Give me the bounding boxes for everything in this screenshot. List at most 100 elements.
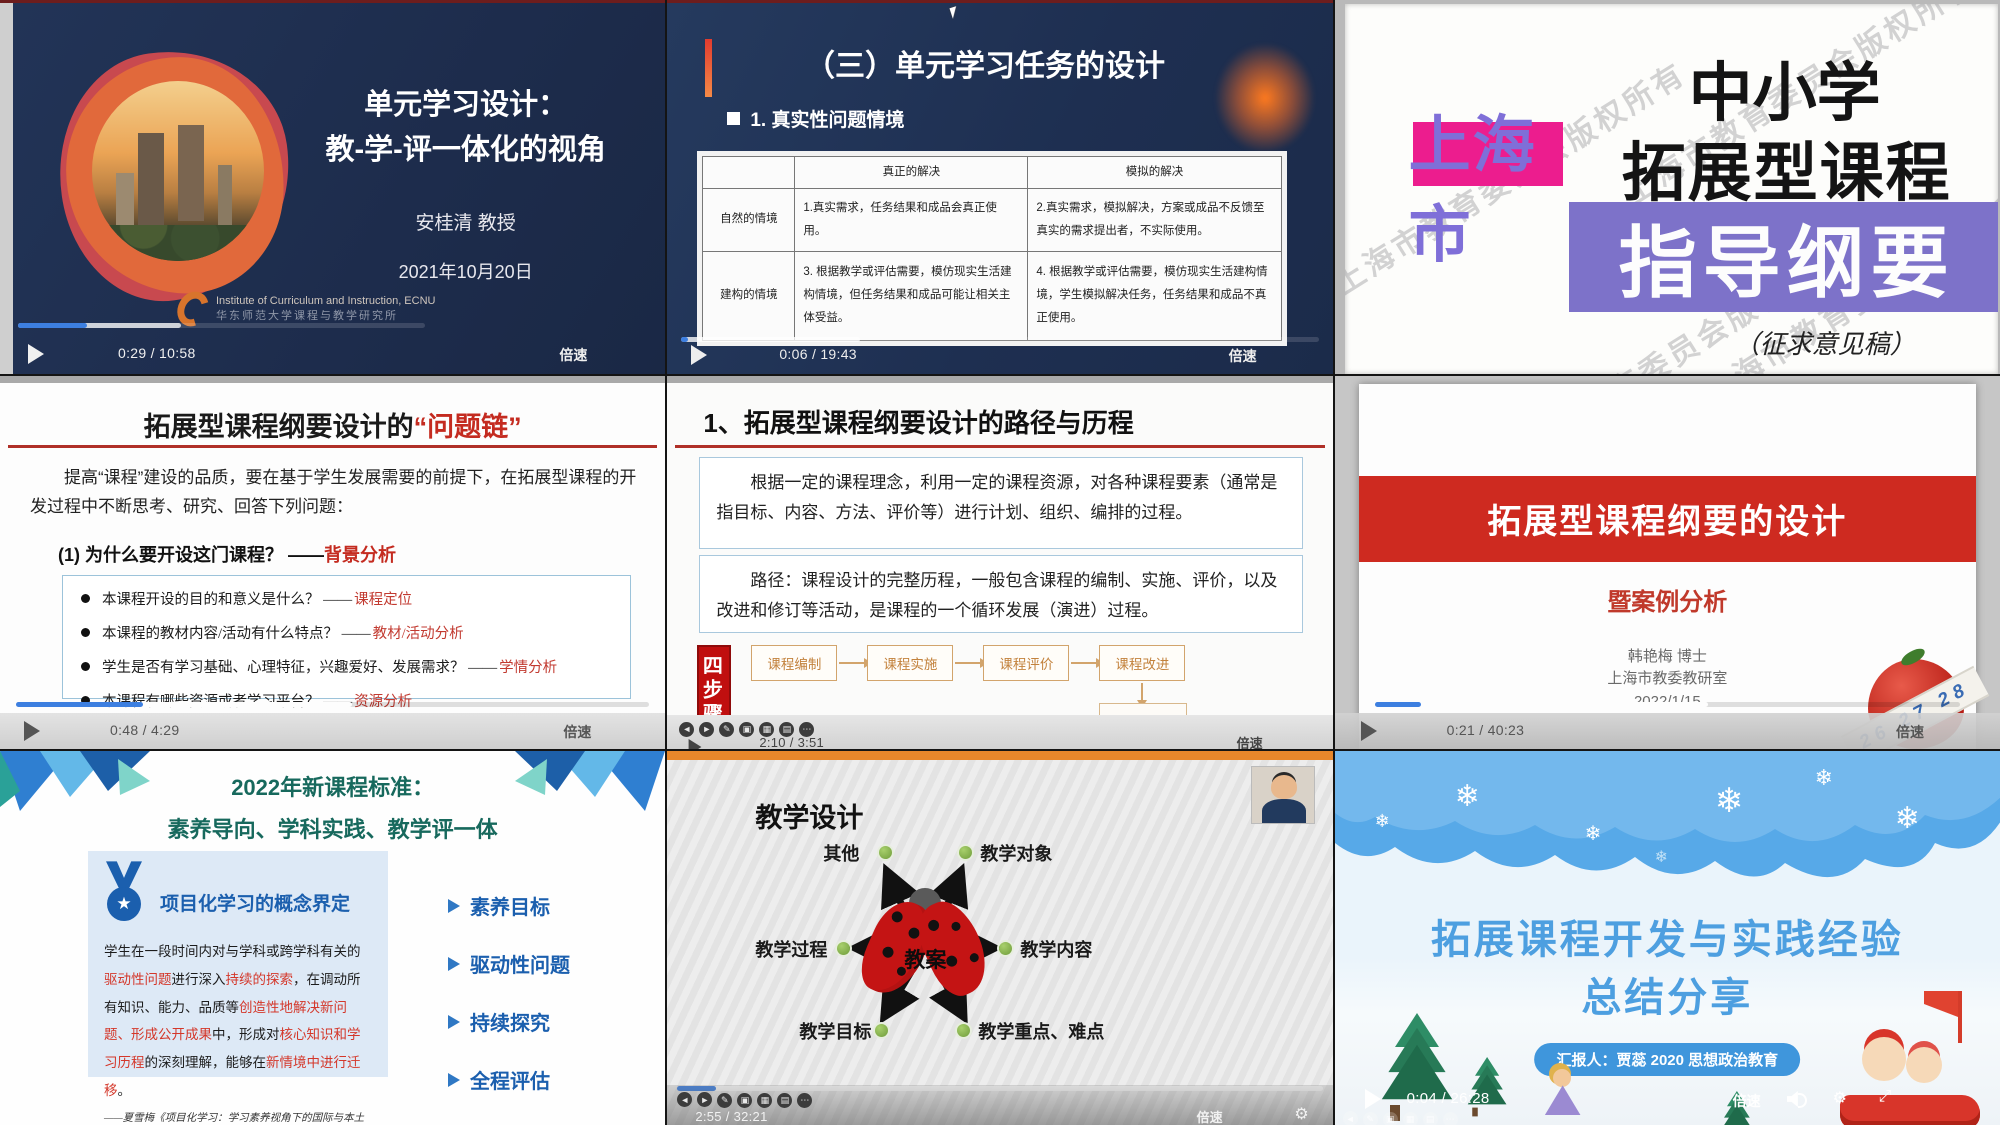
path-box: 路径：课程设计的完整历程，一般包含课程的编制、实施、评价，以及改进和修订等活动，… <box>699 555 1302 633</box>
volume-icon[interactable] <box>1787 1091 1809 1107</box>
table-header-real: 真正的解决 <box>795 157 1028 189</box>
note-icon[interactable]: ▤ <box>1423 1112 1438 1125</box>
video-grid: 单元学习设计： 教-学-评一体化的视角 安桂清 教授 2021年10月20日 I… <box>0 0 2000 1125</box>
flow-step-4: 课程改进 <box>1099 645 1185 681</box>
table-cell: 3. 根据教学或评估需要，模仿现实生活建构情境，但任务结果和成品可能让相关主体受… <box>795 251 1028 340</box>
player-controls: 0:29 / 10:58 倍速 <box>0 334 665 374</box>
flow-step-1: 课程编制 <box>751 645 837 681</box>
table-header-empty <box>703 157 795 189</box>
scan-icon[interactable]: ▣ <box>739 722 754 737</box>
flow-arrow <box>1071 662 1097 664</box>
flow-step-2: 课程实施 <box>867 645 953 681</box>
presentation-date: 2021年10月20日 <box>280 258 651 284</box>
question-answer: 背景分析 <box>324 545 396 565</box>
video-player-teaching-design[interactable]: 教学设计 教案 其他 教学对象 教学过程 教学内容 教学 <box>667 751 1332 1125</box>
question-list-box: 本课程开设的目的和意义是什么？ ——课程定位 本课程的教材内容/活动有什么特点？… <box>62 575 631 700</box>
play-button[interactable] <box>689 739 702 749</box>
play-icon[interactable]: ► <box>697 1092 712 1107</box>
definition-text: 学生在一段时间内对与学科或跨学科有关的驱动性问题进行深入持续的探索，在调动所有知… <box>104 938 372 1104</box>
center-label: 教案 <box>873 944 977 974</box>
scanned-page: 上海市教育委员会版权所有 上海市教育委员会版权所有 上海市教育委员会版权所有 上… <box>1345 4 1998 374</box>
medal-star: ★ <box>107 887 141 921</box>
cover-line1: 中小学 <box>1575 42 1995 134</box>
section-bullet: 1. 真实性问题情境 <box>727 105 904 132</box>
camera-icon[interactable]: ▦ <box>1403 1112 1418 1125</box>
video-player-unit-learning-design[interactable]: 单元学习设计： 教-学-评一体化的视角 安桂清 教授 2021年10月20日 I… <box>0 0 665 374</box>
progress-bar[interactable] <box>1375 702 1960 707</box>
scan-icon[interactable]: ▣ <box>737 1093 752 1108</box>
playback-speed-button[interactable]: 倍速 <box>1197 1107 1223 1125</box>
play-button[interactable] <box>1365 1089 1381 1109</box>
progress-played <box>16 702 143 707</box>
ladybug-illustration: 教案 <box>873 888 977 1008</box>
table-row: 自然的情境 1.真实需求，任务结果和成品会真正使用。 2.真实需求，模拟解决，方… <box>703 189 1281 252</box>
authenticity-table: 真正的解决 模拟的解决 自然的情境 1.真实需求，任务结果和成品会真正使用。 2… <box>697 151 1286 346</box>
progress-bar[interactable] <box>16 702 649 707</box>
more-icon[interactable]: ⋯ <box>1443 1112 1458 1125</box>
row-header: 建构的情境 <box>703 251 795 340</box>
time-display: 2:55 / 32:21 <box>695 1109 767 1124</box>
shanghai-label: 上海市 <box>1409 94 1563 274</box>
playback-speed-button[interactable]: 倍速 <box>1229 346 1257 366</box>
previous-icon[interactable]: ◄ <box>679 722 694 737</box>
playback-speed-button[interactable]: 倍速 <box>563 722 591 742</box>
video-player-experience-sharing[interactable]: ❄ ❄ ❄ ❄ ❄ ❄ ❄ 拓展课程开发与实践经验 总结分享 汇报人：贾蕊 20… <box>1335 751 2000 1125</box>
previous-icon[interactable]: ◄ <box>677 1092 692 1107</box>
snowflake-icon: ❄ <box>1585 821 1602 846</box>
mouse-cursor <box>950 6 960 19</box>
flow-arrow-down <box>1141 683 1143 701</box>
title-line1: 单元学习设计： <box>364 89 567 121</box>
player-controls: 0:04 / 26:28 ◄✎▣▦▤⋯ 倍速 ⚙ ⤢ <box>1335 1079 2000 1125</box>
more-icon[interactable]: ⋯ <box>797 1093 812 1108</box>
flow-arrow <box>955 662 981 664</box>
note-icon[interactable]: ▤ <box>777 1093 792 1108</box>
concept-panel: ★ 项目化学习的概念界定 学生在一段时间内对与学科或跨学科有关的驱动性问题进行深… <box>88 851 388 1077</box>
table-row: 建构的情境 3. 根据教学或评估需要，模仿现实生活建构情境，但任务结果和成品可能… <box>703 251 1281 340</box>
video-player-outline-design-case[interactable]: 拓展型课程纲要的设计 暨案例分析 韩艳梅 博士 上海市教委教研室 2022/1/… <box>1335 376 2000 750</box>
playback-speed-button[interactable]: 倍速 <box>1733 1091 1761 1111</box>
label-objectives: 教学目标 <box>799 1018 871 1044</box>
citation: ——夏雪梅《项目化学习：学习素养视角下的国际与本土实践》 <box>104 1110 372 1125</box>
play-button[interactable] <box>28 344 44 364</box>
list-item: 学生是否有学习基础、心理特征，兴趣爱好、发展需求？ ——学情分析 <box>81 656 612 677</box>
pencil-icon[interactable]: ✎ <box>719 722 734 737</box>
video-player-design-path[interactable]: 1、拓展型课程纲要设计的路径与历程 根据一定的课程理念，利用一定的课程资源，对各… <box>667 376 1332 750</box>
playback-speed-button[interactable]: 倍速 <box>559 345 587 365</box>
camera-icon[interactable]: ▦ <box>757 1093 772 1108</box>
tool-icon-row: ◄ ✎ ▣ ▦ ▤ ⋯ <box>1343 1109 1463 1125</box>
slide-title: 单元学习设计： 教-学-评一体化的视角 <box>280 83 651 173</box>
slide-card: 拓展型课程纲要的设计 暨案例分析 韩艳梅 博士 上海市教委教研室 2022/1/… <box>1359 384 1976 750</box>
question-line: (1) 为什么要开设这门课程？ ——背景分析 <box>58 541 396 567</box>
progress-bar[interactable] <box>18 323 425 328</box>
settings-gear-icon[interactable]: ⚙ <box>1833 1088 1847 1108</box>
scan-icon[interactable]: ▣ <box>1383 1112 1398 1125</box>
pencil-icon[interactable]: ✎ <box>1363 1112 1378 1125</box>
time-display: 2:10 / 3:51 <box>759 735 824 749</box>
cover-line3: 指导纲要 <box>1619 201 1955 313</box>
playback-speed-button[interactable]: 倍速 <box>1237 733 1263 749</box>
fullscreen-icon[interactable]: ⤢ <box>1879 1088 1892 1106</box>
intro-paragraph: 提高“课程”建设的品质，要在基于学生发展需要的前提下，在拓展型课程的开发过程中不… <box>30 463 643 523</box>
row-header: 自然的情境 <box>703 189 795 252</box>
play-button[interactable] <box>1361 721 1377 741</box>
play-button[interactable] <box>24 721 40 741</box>
playback-speed-button[interactable]: 倍速 <box>1896 722 1924 742</box>
slide-project-based-learning[interactable]: 2022年新课程标准： 素养导向、学科实践、教学评一体 ★ 项目化学习的概念界定… <box>0 751 665 1125</box>
pencil-icon[interactable]: ✎ <box>717 1093 732 1108</box>
play-button[interactable] <box>691 345 707 365</box>
label-content: 教学内容 <box>1020 936 1092 962</box>
previous-icon[interactable]: ◄ <box>1343 1111 1358 1125</box>
player-controls: 0:48 / 4:29 倍速 <box>0 713 665 749</box>
list-item: 本课程开设的目的和意义是什么？ ——课程定位 <box>81 588 612 609</box>
document-scan-guideline-cover[interactable]: 上海市教育委员会版权所有 上海市教育委员会版权所有 上海市教育委员会版权所有 上… <box>1335 0 2000 374</box>
keyword-item: 素养目标 <box>448 891 570 920</box>
player-controls: ◄►✎▣▦▤⋯ 2:10 / 3:51 倍速 <box>667 715 1332 749</box>
snowflake-icon: ❄ <box>1895 801 1920 836</box>
video-player-unit-task-design[interactable]: （三）单元学习任务的设计 1. 真实性问题情境 真正的解决 模拟的解决 自然的情… <box>667 0 1332 374</box>
play-icon[interactable]: ► <box>699 722 714 737</box>
settings-gear-icon[interactable]: ⚙ <box>1294 1104 1308 1124</box>
table-header-simulated: 模拟的解决 <box>1028 157 1281 189</box>
snowflake-icon: ❄ <box>1715 781 1744 821</box>
snowflake-icon: ❄ <box>1815 765 1833 791</box>
video-player-question-chain[interactable]: 拓展型课程纲要设计的“问题链” 提高“课程”建设的品质，要在基于学生发展需要的前… <box>0 376 665 750</box>
